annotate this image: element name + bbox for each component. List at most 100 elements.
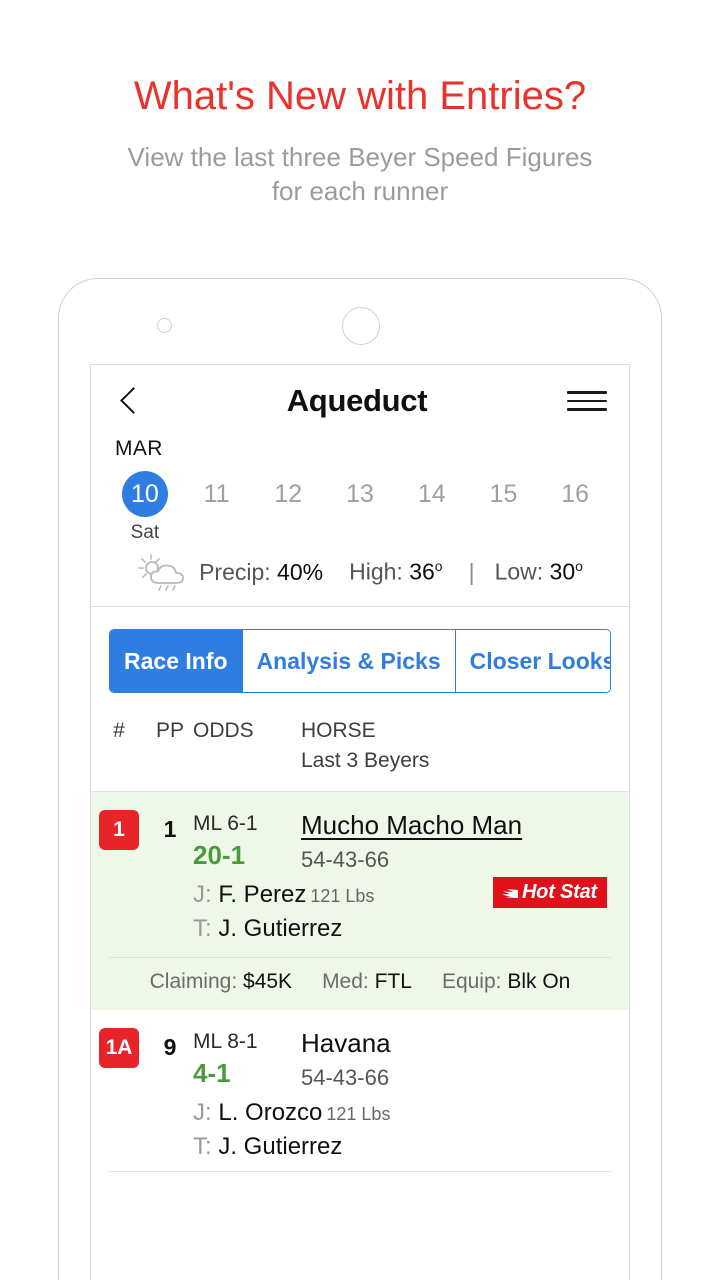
- chevron-left-icon[interactable]: [113, 384, 147, 418]
- precip-value: 40%: [277, 558, 324, 585]
- entry-live-odds: 4-1: [193, 1058, 231, 1088]
- sun-behind-rain-cloud-icon: [138, 554, 184, 591]
- entry-equip: Equip: Blk On: [442, 970, 570, 994]
- hamburger-menu-icon[interactable]: [567, 388, 607, 414]
- entry-trainer-name: J. Gutierrez: [218, 1133, 343, 1160]
- status-badge: 1A: [99, 1028, 139, 1068]
- entry-trainer-name: J. Gutierrez: [218, 915, 343, 942]
- entry-jockey-name: L. Orozco: [218, 1099, 323, 1126]
- entry-trainer-line: T: J. Gutierrez: [193, 915, 629, 943]
- entry-badge-cell: 1: [91, 806, 147, 850]
- date-day-of-week: [468, 522, 540, 544]
- date-day-of-week: [539, 522, 611, 544]
- low-value: 30: [549, 558, 576, 585]
- promo-subtitle: View the last three Beyer Speed Figures …: [0, 140, 720, 208]
- low-temp-group: Low: 30o: [495, 558, 583, 586]
- date-number: 12: [274, 479, 303, 508]
- promo-header: What's New with Entries? View the last t…: [0, 70, 720, 208]
- entry-horse-cell: Havana 54-43-66: [279, 1024, 629, 1091]
- low-label: Low:: [494, 558, 544, 585]
- entry-morning-line-odds: ML 6-1: [193, 812, 258, 835]
- date-day-of-week: [396, 522, 468, 544]
- date-number: 15: [489, 479, 518, 508]
- promo-subtitle-line2: for each runner: [271, 176, 449, 206]
- date-cell-14[interactable]: 14: [396, 471, 468, 544]
- phone-frame: Aqueduct MAR 10 Sat 11 12 13 14 15 16 Pr…: [58, 278, 662, 1280]
- front-camera-icon: [157, 318, 172, 333]
- entry-jockey-line: J: L. Orozco 121 Lbs: [193, 1099, 629, 1127]
- speaker-icon: [342, 307, 380, 345]
- date-day-of-week: [181, 522, 253, 544]
- claiming-value: $45K: [243, 970, 293, 993]
- entry-claiming: Claiming: $45K: [150, 970, 292, 994]
- entry-main-line: 1 1 ML 6-1 20-1 Mucho Macho Man 54-43-66: [91, 806, 629, 873]
- hot-stat-label: Hot Stat: [521, 881, 597, 903]
- date-strip[interactable]: 10 Sat 11 12 13 14 15 16: [91, 461, 629, 544]
- flame-icon: [501, 888, 518, 898]
- column-header-pp: PP: [155, 719, 184, 742]
- entry-odds-cell: ML 8-1 4-1: [193, 1024, 279, 1089]
- entry-post-position: 1: [163, 816, 177, 842]
- date-number: 10: [121, 471, 168, 517]
- weather-separator: |: [468, 558, 475, 585]
- entry-jockey-weight: 121 Lbs: [326, 1104, 391, 1124]
- column-header-horse-sub: Last 3 Beyers: [301, 749, 430, 772]
- entry-last-3-beyers: 54-43-66: [301, 1065, 390, 1090]
- calendar-month-label: MAR: [115, 437, 163, 460]
- promo-subtitle-line1: View the last three Beyer Speed Figures: [127, 142, 593, 172]
- column-header-odds: ODDS: [193, 719, 254, 742]
- entry-main-line: 1A 9 ML 8-1 4-1 Havana 54-43-66: [91, 1024, 629, 1091]
- tab-bar: Race Info Analysis & Picks Closer Looks: [109, 629, 611, 693]
- claiming-label: Claiming:: [149, 970, 238, 993]
- entry-jockey-name: F. Perez: [218, 881, 307, 908]
- tab-analysis-picks[interactable]: Analysis & Picks: [242, 630, 456, 692]
- phone-screen: Aqueduct MAR 10 Sat 11 12 13 14 15 16 Pr…: [90, 364, 630, 1280]
- entry-trainer-line: T: J. Gutierrez: [193, 1133, 629, 1161]
- weather-bar: Precip: 40% High: 36o | Low: 30o: [91, 544, 629, 606]
- date-cell-11[interactable]: 11: [181, 471, 253, 544]
- degree-symbol: o: [575, 558, 583, 575]
- entry-conditions-row: Claiming: $45K Med: FTL Equip: Blk On: [109, 957, 611, 1010]
- entry-divider: [109, 1171, 611, 1172]
- tab-closer-looks[interactable]: Closer Looks: [455, 630, 610, 692]
- entry-horse-name[interactable]: Mucho Macho Man: [301, 810, 615, 841]
- entry-morning-line-odds: ML 8-1: [193, 1030, 258, 1053]
- date-day-of-week: Sat: [130, 522, 160, 543]
- date-cell-10[interactable]: 10 Sat: [109, 471, 181, 544]
- tab-bar-container: Race Info Analysis & Picks Closer Looks: [91, 607, 629, 713]
- table-row[interactable]: 1A 9 ML 8-1 4-1 Havana 54-43-66 J: L. Or…: [91, 1010, 629, 1172]
- column-header-horse-main: HORSE: [301, 719, 376, 742]
- entry-horse-cell: Mucho Macho Man 54-43-66: [279, 806, 629, 873]
- date-cell-15[interactable]: 15: [468, 471, 540, 544]
- jockey-key-label: J:: [193, 1099, 212, 1126]
- hot-stat-badge[interactable]: Hot Stat: [492, 877, 607, 908]
- app-bar: Aqueduct: [91, 365, 629, 437]
- trainer-key-label: T:: [193, 915, 212, 942]
- date-cell-13[interactable]: 13: [324, 471, 396, 544]
- tab-race-info[interactable]: Race Info: [110, 630, 243, 692]
- hamburger-line: [567, 399, 607, 403]
- equip-label: Equip:: [441, 970, 502, 993]
- entry-live-odds: 20-1: [193, 840, 246, 870]
- med-value: FTL: [374, 970, 412, 993]
- date-cell-12[interactable]: 12: [252, 471, 324, 544]
- entry-med: Med: FTL: [322, 970, 412, 994]
- med-label: Med:: [322, 970, 369, 993]
- entry-horse-name[interactable]: Havana: [301, 1028, 615, 1059]
- trainer-key-label: T:: [193, 1133, 212, 1160]
- date-day-of-week: [324, 522, 396, 544]
- entries-column-headers: # PP ODDS HORSE Last 3 Beyers: [91, 713, 629, 791]
- degree-symbol: o: [434, 558, 443, 575]
- precip-label: Precip:: [199, 558, 271, 585]
- promo-title: What's New with Entries?: [133, 74, 587, 118]
- jockey-key-label: J:: [193, 881, 212, 908]
- precip-group: Precip: 40%: [199, 559, 323, 586]
- high-temp-group: High: 36o: [349, 558, 442, 586]
- entry-connections: J: F. Perez 121 Lbs T: J. Gutierrez Hot S…: [91, 873, 629, 943]
- column-header-horse: HORSE Last 3 Beyers: [279, 719, 629, 773]
- table-row[interactable]: 1 1 ML 6-1 20-1 Mucho Macho Man 54-43-66…: [91, 792, 629, 1010]
- column-header-number: #: [113, 719, 125, 742]
- date-number: 16: [561, 479, 590, 508]
- hamburger-line: [567, 391, 607, 394]
- date-cell-16[interactable]: 16: [539, 471, 611, 544]
